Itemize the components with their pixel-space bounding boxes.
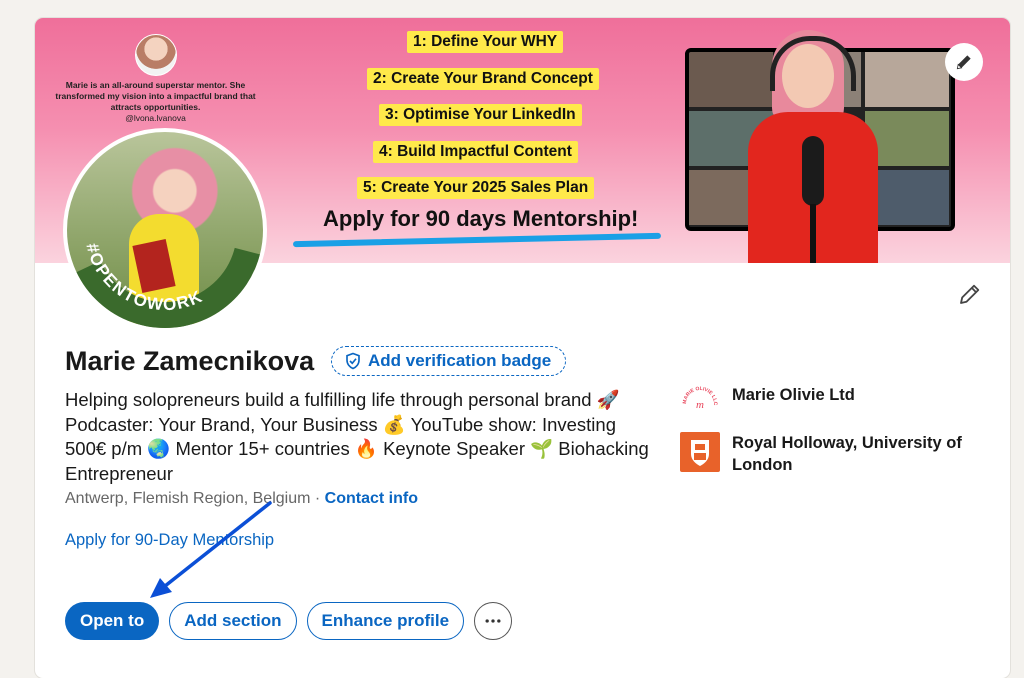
svg-text:m: m bbox=[696, 399, 704, 411]
profile-actions: Open to Add section Enhance profile bbox=[65, 602, 513, 640]
banner-cta-underline bbox=[292, 232, 662, 248]
profile-name: Marie Zamecnikova bbox=[65, 346, 315, 376]
more-actions-button[interactable] bbox=[474, 602, 513, 640]
testimonial-quote: Marie is an all-around superstar mentor.… bbox=[53, 80, 258, 124]
testimonial-avatar bbox=[135, 34, 177, 76]
profile-location: Antwerp, Flemish Region, Belgium bbox=[65, 490, 311, 507]
enhance-profile-button[interactable]: Enhance profile bbox=[306, 602, 465, 640]
school-name: Royal Holloway, University of London bbox=[732, 434, 962, 474]
testimonial-text: Marie is an all-around superstar mentor.… bbox=[55, 80, 256, 112]
banner-step: 5: Create Your 2025 Sales Plan bbox=[357, 177, 595, 199]
company-logo: MARIE OLIVIE LLC m bbox=[681, 385, 719, 423]
profile-card: Marie is an all-around superstar mentor.… bbox=[35, 18, 1010, 678]
banner-step: 4: Build Impactful Content bbox=[373, 141, 578, 163]
banner-cta: Apply for 90 days Mentorship! bbox=[323, 206, 639, 231]
testimonial-handle: @lvona.lvanova bbox=[125, 113, 186, 123]
banner-step: 3: Optimise Your LinkedIn bbox=[379, 104, 582, 126]
banner-step: 2: Create Your Brand Concept bbox=[367, 68, 599, 90]
company-name: Marie Olivie Ltd bbox=[732, 386, 855, 404]
profile-photo[interactable]: #OPENTOWORK bbox=[63, 128, 267, 332]
website-link[interactable]: Apply for 90-Day Mentorship bbox=[65, 531, 274, 550]
more-horizontal-icon bbox=[485, 619, 501, 623]
add-verification-badge-button[interactable]: Add verification badge bbox=[331, 346, 567, 376]
pencil-icon bbox=[960, 284, 980, 304]
edit-banner-button[interactable] bbox=[945, 43, 983, 81]
separator: · bbox=[314, 490, 321, 507]
banner-step: 1: Define Your WHY bbox=[407, 31, 564, 53]
open-to-work-ring: #OPENTOWORK bbox=[67, 229, 263, 328]
add-section-button[interactable]: Add section bbox=[169, 602, 297, 640]
microphone-icon bbox=[802, 136, 824, 206]
organization-item[interactable]: MARIE OLIVIE LLC m Marie Olivie Ltd bbox=[680, 384, 977, 424]
presenter-photo bbox=[730, 24, 905, 263]
shield-check-icon bbox=[346, 352, 360, 370]
open-to-button[interactable]: Open to bbox=[65, 602, 160, 640]
pencil-icon bbox=[956, 55, 971, 70]
university-crest-icon bbox=[680, 432, 720, 472]
profile-headline: Helping solopreneurs build a fulfilling … bbox=[65, 389, 649, 484]
location-row: Antwerp, Flemish Region, Belgium · Conta… bbox=[65, 490, 418, 508]
verification-label: Add verification badge bbox=[368, 351, 552, 370]
edit-intro-button[interactable] bbox=[952, 276, 988, 312]
contact-info-link[interactable]: Contact info bbox=[325, 490, 418, 507]
organization-item[interactable]: Royal Holloway, University of London bbox=[680, 432, 977, 476]
